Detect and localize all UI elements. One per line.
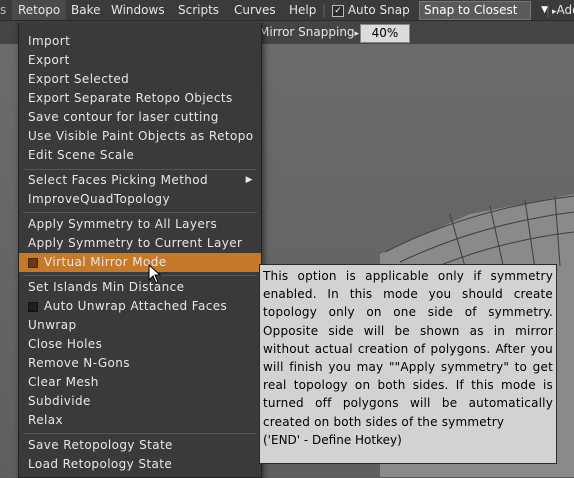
menu-item-select-faces-picking-method[interactable]: Select Faces Picking Method ▶ [19,171,261,190]
menu-item-remove-ngons[interactable]: Remove N-Gons [19,354,261,373]
menu-separator [23,169,257,170]
menu-item-label: Use Visible Paint Objects as Retopo [28,129,254,143]
menu-item-label: Edit Scene Scale [28,148,135,162]
add-label: Add [556,3,574,17]
menu-divider: | [546,3,551,17]
menu-item-label: Export Separate Retopo Objects [28,91,233,105]
menu-item-import[interactable]: Import [19,32,261,51]
menu-bake[interactable]: Bake [71,0,101,20]
mirror-snapping-input[interactable]: 40% [360,24,410,43]
menu-item-load-retopology-state[interactable]: Load Retopology State [19,455,261,474]
checkbox-icon[interactable] [28,258,38,268]
menu-item-clear-mesh[interactable]: Clear Mesh [19,373,261,392]
menu-item-apply-symmetry-all-layers[interactable]: Apply Symmetry to All Layers [19,215,261,234]
menu-item-set-islands-min-distance[interactable]: Set Islands Min Distance [19,278,261,297]
mouse-pointer-icon [148,264,162,284]
menu-item-apply-symmetry-current-layer[interactable]: Apply Symmetry to Current Layer [19,234,261,253]
add-button[interactable]: ▸Add [552,0,574,20]
menu-item-label: Save Retopology State [28,438,173,452]
menu-item-label: Remove N-Gons [28,356,130,370]
tooltip: This option is applicable only if symmet… [259,264,557,464]
menu-overflow-indicator: s [0,3,7,17]
menu-item-label: Relax [28,413,63,427]
menu-item-label: Load Retopology State [28,457,173,471]
menu-item-label: Import [28,34,71,48]
auto-snap-checkbox[interactable]: ✓ [332,4,344,17]
menu-item-unwrap[interactable]: Unwrap [19,316,261,335]
menu-item-label: Close Holes [28,337,103,351]
menu-item-export[interactable]: Export [19,51,261,70]
menu-item-improve-quad-topology[interactable]: ImproveQuadTopology [19,190,261,209]
checkbox-icon[interactable] [28,302,38,312]
menu-divider: | [322,3,327,17]
menu-item-label: Export Selected [28,72,130,86]
menu-item-subdivide[interactable]: Subdivide [19,392,261,411]
menu-item-label: Apply Symmetry to Current Layer [28,236,243,250]
menu-item-close-holes[interactable]: Close Holes [19,335,261,354]
menu-separator [23,433,257,434]
menu-item-save-retopology-state[interactable]: Save Retopology State [19,436,261,455]
menu-item-label: Auto Unwrap Attached Faces [44,299,228,313]
menu-item-label: Subdivide [28,394,91,408]
menu-windows[interactable]: Windows [111,0,165,20]
tooltip-hotkey: ('END' - Define Hotkey) [263,432,402,447]
menu-item-relax[interactable]: Relax [19,411,261,430]
menu-item-save-contour[interactable]: Save contour for laser cutting [19,108,261,127]
mirror-snapping-label: Mirror Snapping [259,25,355,39]
menu-item-label: ImproveQuadTopology [28,192,170,206]
menu-item-edit-scene-scale[interactable]: Edit Scene Scale [19,146,261,165]
menu-bar: s Retopo Bake Windows Scripts Curves Hel… [0,0,574,21]
mirror-snapping-label-wrap: Mirror Snapping▸ [259,21,359,44]
menu-retopo[interactable]: Retopo [12,0,67,20]
submenu-arrow-icon: ▶ [245,175,253,185]
menu-item-use-visible-paint-objects[interactable]: Use Visible Paint Objects as Retopo [19,127,261,146]
menu-item-virtual-mirror-mode[interactable]: Virtual Mirror Mode [19,253,261,272]
menu-item-label: Apply Symmetry to All Layers [28,217,218,231]
arrow-right-icon: ▸ [354,29,360,39]
menu-item-export-separate-retopo-objects[interactable]: Export Separate Retopo Objects [19,89,261,108]
auto-snap-label: Auto Snap [347,3,410,17]
menu-separator [23,275,257,276]
menu-separator [23,212,257,213]
menu-item-export-selected[interactable]: Export Selected [19,70,261,89]
menu-curves[interactable]: Curves [234,0,276,20]
menu-item-label: Unwrap [28,318,77,332]
menu-item-auto-unwrap-attached-faces[interactable]: Auto Unwrap Attached Faces [19,297,261,316]
tooltip-text: This option is applicable only if symmet… [263,269,553,429]
menu-scripts[interactable]: Scripts [178,0,219,20]
menu-item-label: Export [28,53,70,67]
snap-mode-select[interactable]: Snap to Closest ▼ [419,1,548,20]
snap-mode-value: Snap to Closest [424,3,518,17]
retopo-dropdown-menu: Import Export Export Selected Export Sep… [18,23,262,478]
menu-help[interactable]: Help [289,0,316,20]
auto-snap-toggle[interactable]: ✓ Auto Snap [332,0,410,20]
menu-item-label: Save contour for laser cutting [28,110,219,124]
menu-item-label: Select Faces Picking Method [28,173,209,187]
menu-item-label: Clear Mesh [28,375,99,389]
